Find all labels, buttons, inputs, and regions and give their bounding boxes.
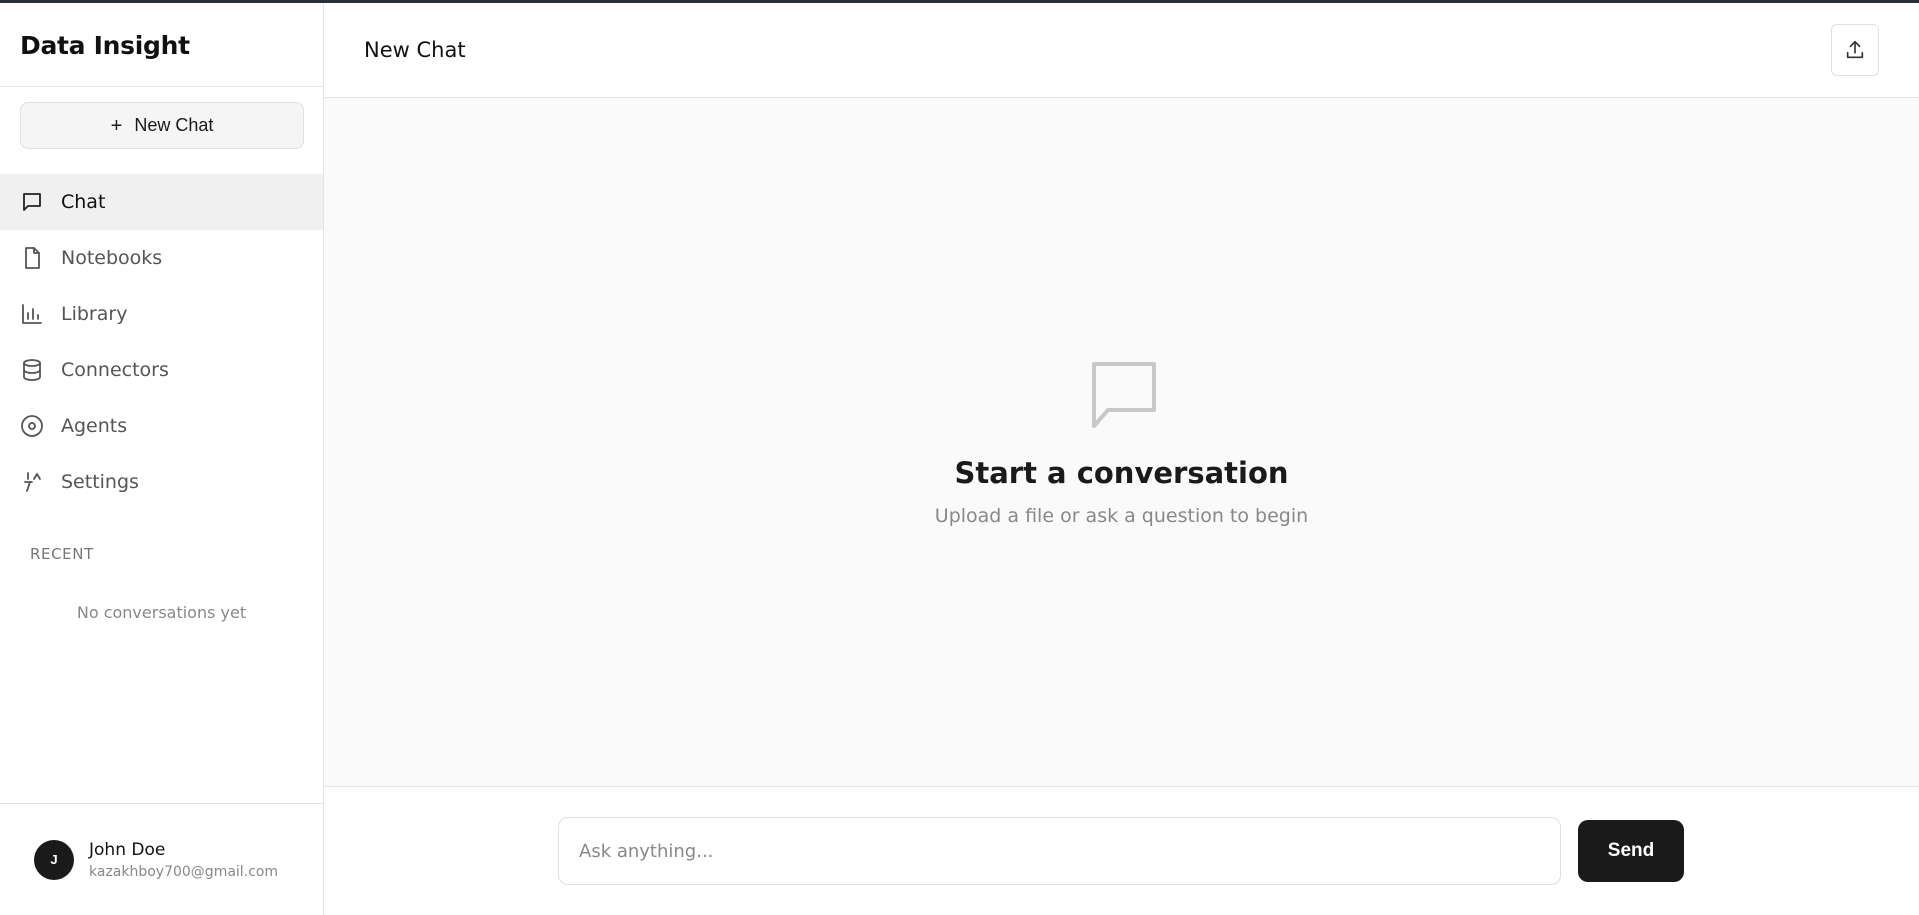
sidebar-item-label: Connectors (61, 359, 169, 381)
document-icon (20, 246, 44, 270)
database-icon (20, 358, 44, 382)
bar-chart-icon (20, 302, 44, 326)
sidebar-item-label: Agents (61, 415, 128, 437)
sidebar-item-label: Settings (61, 471, 139, 493)
sidebar-item-settings[interactable]: Settings (0, 454, 323, 510)
sidebar: Data Insight + New Chat Chat Notebooks L… (0, 3, 324, 915)
sidebar-nav: Chat Notebooks Library Connectors Agents… (0, 174, 323, 510)
chat-bubble-icon (20, 190, 44, 214)
new-chat-button[interactable]: + New Chat (20, 102, 304, 149)
message-input[interactable] (558, 817, 1561, 885)
sidebar-item-notebooks[interactable]: Notebooks (0, 230, 323, 286)
brand-title: Data Insight (0, 3, 323, 87)
sidebar-item-label: Chat (61, 191, 106, 213)
sidebar-item-label: Notebooks (61, 247, 163, 269)
upload-button[interactable] (1831, 24, 1879, 76)
empty-state-title: Start a conversation (954, 456, 1289, 490)
user-info: John Doe kazakhboy700@gmail.com (89, 840, 278, 880)
send-button[interactable]: Send (1578, 820, 1684, 882)
empty-state-subtitle: Upload a file or ask a question to begin (934, 505, 1309, 527)
conversation-area: Start a conversation Upload a file or as… (324, 98, 1919, 787)
sidebar-item-library[interactable]: Library (0, 286, 323, 342)
sidebar-item-agents[interactable]: Agents (0, 398, 323, 454)
user-name: John Doe (89, 839, 166, 860)
plus-icon: + (110, 114, 123, 137)
avatar: J (34, 839, 74, 880)
user-profile[interactable]: J John Doe kazakhboy700@gmail.com (0, 803, 323, 915)
page-title: New Chat (364, 38, 466, 62)
main-panel: New Chat Start a conversation Upload a f… (324, 3, 1919, 915)
new-chat-label: New Chat (134, 115, 214, 135)
message-composer: Send (324, 787, 1919, 915)
new-chat-wrapper: + New Chat (0, 87, 323, 149)
app-root: Data Insight + New Chat Chat Notebooks L… (0, 3, 1919, 915)
recent-section-label: RECENT (30, 545, 94, 563)
user-email: kazakhboy700@gmail.com (89, 863, 279, 880)
upload-icon (1844, 39, 1866, 61)
sidebar-item-label: Library (61, 303, 128, 325)
main-header: New Chat (324, 3, 1919, 98)
recent-empty-message: No conversations yet (76, 603, 247, 622)
sidebar-item-chat[interactable]: Chat (0, 174, 323, 230)
chat-bubble-icon (1090, 360, 1158, 432)
tools-icon (20, 470, 44, 494)
target-icon (20, 414, 44, 438)
sidebar-item-connectors[interactable]: Connectors (0, 342, 323, 398)
